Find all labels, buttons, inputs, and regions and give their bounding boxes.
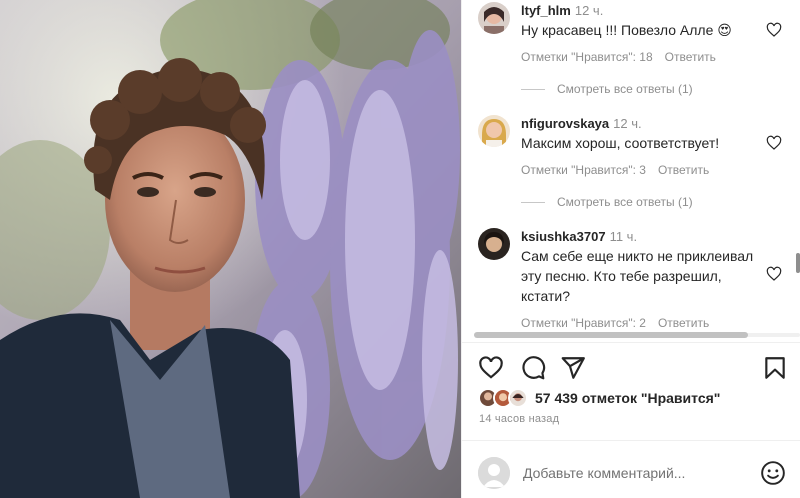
- reply-button[interactable]: Ответить: [665, 50, 716, 64]
- reply-button[interactable]: Ответить: [658, 163, 709, 177]
- comment-item: ksiushka3707 11 ч. Сам себе еще никто не …: [478, 228, 788, 330]
- heart-icon[interactable]: [766, 135, 782, 151]
- comment-input[interactable]: [523, 462, 743, 484]
- horizontal-scrollbar[interactable]: [474, 331, 800, 339]
- scrollbar-thumb[interactable]: [474, 332, 748, 338]
- comment-text: Максим хорош, соответствует!: [521, 135, 720, 151]
- likes-summary[interactable]: 57 439 отметок "Нравится": [478, 388, 720, 408]
- reply-button[interactable]: Ответить: [658, 316, 709, 330]
- paper-plane-icon[interactable]: [560, 355, 586, 381]
- post-photo[interactable]: [0, 0, 461, 498]
- comments-list[interactable]: ltyf_hlm 12 ч. Ну красавец !!! Повезло Ал…: [462, 0, 800, 330]
- smiley-icon[interactable]: [760, 460, 786, 486]
- avatar[interactable]: [478, 115, 510, 147]
- post-actions-bar: [478, 355, 788, 381]
- comment-likes-count[interactable]: Отметки "Нравится": 2: [521, 316, 646, 330]
- comment-username[interactable]: ksiushka3707: [521, 229, 606, 244]
- heart-icon[interactable]: [478, 355, 504, 381]
- vertical-scrollbar[interactable]: [796, 253, 800, 273]
- bookmark-icon[interactable]: [762, 355, 788, 381]
- comment-time: 11 ч.: [609, 229, 638, 244]
- divider: [462, 440, 800, 441]
- heart-icon[interactable]: [766, 22, 782, 38]
- avatar: [478, 457, 510, 489]
- avatar[interactable]: [478, 228, 510, 260]
- add-comment-bar: [478, 456, 788, 490]
- comment-username[interactable]: nfigurovskaya: [521, 116, 609, 131]
- heart-icon[interactable]: [766, 266, 782, 282]
- avatar[interactable]: [478, 2, 510, 34]
- comment-time: 12 ч.: [574, 3, 604, 18]
- comment-time: 12 ч.: [613, 116, 642, 131]
- avatar: [508, 388, 528, 408]
- post-image: [0, 0, 461, 498]
- likes-count[interactable]: 57 439 отметок "Нравится": [535, 390, 720, 406]
- divider: [462, 342, 800, 343]
- comment-likes-count[interactable]: Отметки "Нравится": 3: [521, 163, 646, 177]
- comment-item: ltyf_hlm 12 ч. Ну красавец !!! Повезло Ал…: [478, 2, 788, 64]
- view-replies-button[interactable]: Смотреть все ответы (1): [521, 82, 693, 96]
- view-replies-button[interactable]: Смотреть все ответы (1): [521, 195, 693, 209]
- comment-bubble-icon[interactable]: [520, 355, 546, 381]
- comment-text: Сам себе еще никто не приклеивал эту пес…: [521, 248, 754, 304]
- post-timestamp: 14 часов назад: [479, 413, 560, 425]
- comment-item: nfigurovskaya 12 ч. Максим хорош, соответ…: [478, 115, 788, 177]
- comment-likes-count[interactable]: Отметки "Нравится": 18: [521, 50, 653, 64]
- comment-username[interactable]: ltyf_hlm: [521, 3, 571, 18]
- post-side-panel: ltyf_hlm 12 ч. Ну красавец !!! Повезло Ал…: [461, 0, 800, 498]
- comment-text: Ну красавец !!! Повезло Алле 😍: [521, 22, 732, 38]
